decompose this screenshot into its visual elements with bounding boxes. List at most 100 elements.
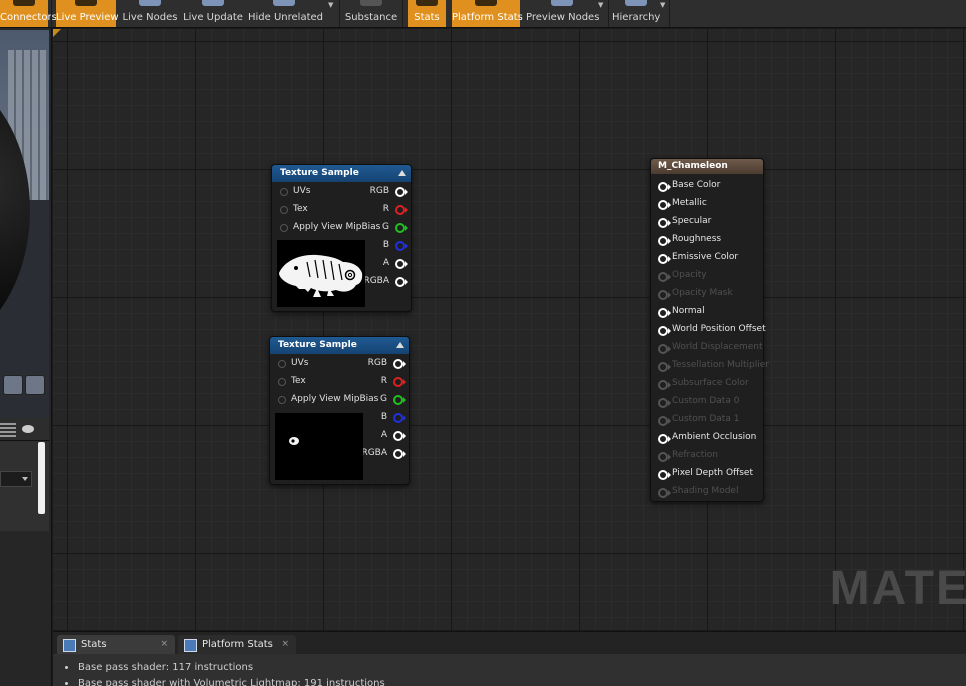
g-output-pin[interactable]: [395, 223, 408, 233]
connectors-icon: [13, 0, 35, 6]
substance-label: Substance: [344, 12, 398, 23]
material-input-pin[interactable]: [658, 344, 671, 354]
rgb-output-pin[interactable]: [395, 187, 408, 197]
tab-stats-label: Stats: [81, 639, 107, 650]
material-input-pin[interactable]: [658, 398, 671, 408]
tex-input-label: Tex: [291, 376, 306, 386]
details-dropdown[interactable]: [0, 471, 32, 487]
stat-line: Base pass shader with Volumetric Lightma…: [65, 678, 385, 686]
b-output-label: B: [382, 240, 389, 250]
rgb-output-pin[interactable]: [393, 359, 406, 369]
platform-stats-icon: [475, 0, 497, 6]
mipbias-input-label: Apply View MipBias: [291, 394, 379, 404]
b-output-pin[interactable]: [393, 413, 406, 423]
material-input-pin[interactable]: [658, 434, 671, 444]
material-input-pin[interactable]: [658, 470, 671, 480]
grid-view-icon[interactable]: [0, 421, 16, 437]
preview-nodes-label: Preview Nodes: [526, 12, 600, 23]
stats-label: Stats: [414, 12, 440, 23]
material-input-label: Custom Data 1: [672, 414, 740, 424]
material-input-pin[interactable]: [658, 290, 671, 300]
rgba-output-pin[interactable]: [393, 449, 406, 459]
live-preview-icon: [75, 0, 97, 6]
material-input-pin[interactable]: [658, 218, 671, 228]
close-icon[interactable]: ×: [160, 635, 168, 654]
material-editor: Connectors Live Preview Live Nodes Live …: [0, 0, 966, 686]
g-output-label: G: [380, 394, 387, 404]
collapse-arrow-icon[interactable]: [398, 170, 406, 176]
connectors-button[interactable]: Connectors: [0, 0, 57, 27]
preview-nodes-dropdown-icon[interactable]: ▼: [598, 1, 603, 9]
stats-panel: Stats × Platform Stats × Base pass shade…: [53, 631, 966, 686]
material-input-label: Pixel Depth Offset: [672, 468, 753, 478]
close-icon[interactable]: ×: [281, 635, 289, 654]
g-output-label: G: [382, 222, 389, 232]
hide-unrelated-button[interactable]: Hide Unrelated: [248, 0, 324, 27]
preview-viewport[interactable]: [0, 30, 49, 428]
mipbias-input-pin[interactable]: [278, 396, 286, 404]
tab-platform-stats[interactable]: Platform Stats ×: [178, 635, 296, 654]
material-input-pin[interactable]: [658, 380, 671, 390]
cylinder-preview-icon[interactable]: [3, 375, 23, 395]
tex-input-pin[interactable]: [280, 206, 288, 214]
rgba-output-label: RGBA: [361, 448, 387, 458]
material-input-pin[interactable]: [658, 326, 671, 336]
material-graph[interactable]: Texture Sample UVs Tex Apply View MipBia…: [53, 29, 966, 630]
b-output-label: B: [380, 412, 387, 422]
material-input-label: Specular: [672, 216, 712, 226]
rgba-output-pin[interactable]: [395, 277, 408, 287]
uvs-input-pin[interactable]: [278, 360, 286, 368]
live-preview-button[interactable]: Live Preview: [56, 0, 119, 27]
tex-input-pin[interactable]: [278, 378, 286, 386]
texture-sample-node[interactable]: Texture Sample UVs Tex Apply View MipBia…: [271, 164, 412, 312]
material-input-pin[interactable]: [658, 236, 671, 246]
material-input-pin[interactable]: [658, 254, 671, 264]
material-input-label: Shading Model: [672, 486, 739, 496]
uvs-input-label: UVs: [291, 358, 309, 368]
live-update-icon: [202, 0, 224, 6]
a-output-pin[interactable]: [393, 431, 406, 441]
material-input-pin[interactable]: [658, 488, 671, 498]
material-input-pin[interactable]: [658, 308, 671, 318]
b-output-pin[interactable]: [395, 241, 408, 251]
live-nodes-button[interactable]: Live Nodes: [120, 0, 180, 27]
material-input-pin[interactable]: [658, 416, 671, 426]
tex-input-label: Tex: [293, 204, 308, 214]
material-input-pin[interactable]: [658, 362, 671, 372]
platform-stats-button[interactable]: Platform Stats: [452, 0, 523, 27]
material-input-label: Opacity: [672, 270, 707, 280]
rgba-output-label: RGBA: [363, 276, 389, 286]
tab-stats[interactable]: Stats ×: [57, 635, 175, 654]
mipbias-input-pin[interactable]: [280, 224, 288, 232]
details-scrollbar[interactable]: [38, 442, 45, 514]
material-result-node[interactable]: M_Chameleon Base Color Metallic Specular Ro…: [650, 158, 769, 502]
preview-nodes-button[interactable]: Preview Nodes: [526, 0, 600, 27]
sphere-preview-icon[interactable]: [25, 375, 45, 395]
hide-unrelated-dropdown-icon[interactable]: ▼: [328, 1, 333, 9]
tab-platform-stats-label: Platform Stats: [202, 639, 273, 650]
material-input-pin[interactable]: [658, 182, 671, 192]
material-input-label: Metallic: [672, 198, 707, 208]
collapse-arrow-icon[interactable]: [396, 342, 404, 348]
r-output-pin[interactable]: [393, 377, 406, 387]
toolbar: Connectors Live Preview Live Nodes Live …: [0, 0, 966, 28]
hide-unrelated-label: Hide Unrelated: [248, 12, 324, 23]
uvs-input-pin[interactable]: [280, 188, 288, 196]
r-output-label: R: [382, 204, 389, 214]
live-update-button[interactable]: Live Update: [183, 0, 243, 27]
material-input-label: Opacity Mask: [672, 288, 733, 298]
g-output-pin[interactable]: [393, 395, 406, 405]
texture-sample-node[interactable]: Texture Sample UVs Tex Apply View MipBia…: [269, 336, 410, 485]
platform-stats-tab-icon: [184, 639, 197, 652]
r-output-label: R: [380, 376, 387, 386]
substance-button[interactable]: Substance: [343, 0, 399, 27]
hierarchy-button[interactable]: Hierarchy: [612, 0, 660, 27]
r-output-pin[interactable]: [395, 205, 408, 215]
material-input-pin[interactable]: [658, 272, 671, 282]
stats-button[interactable]: Stats: [408, 0, 446, 27]
hierarchy-dropdown-icon[interactable]: ▼: [660, 1, 665, 9]
a-output-pin[interactable]: [395, 259, 408, 269]
material-input-pin[interactable]: [658, 200, 671, 210]
material-input-pin[interactable]: [658, 452, 671, 462]
eye-icon[interactable]: [22, 425, 34, 433]
